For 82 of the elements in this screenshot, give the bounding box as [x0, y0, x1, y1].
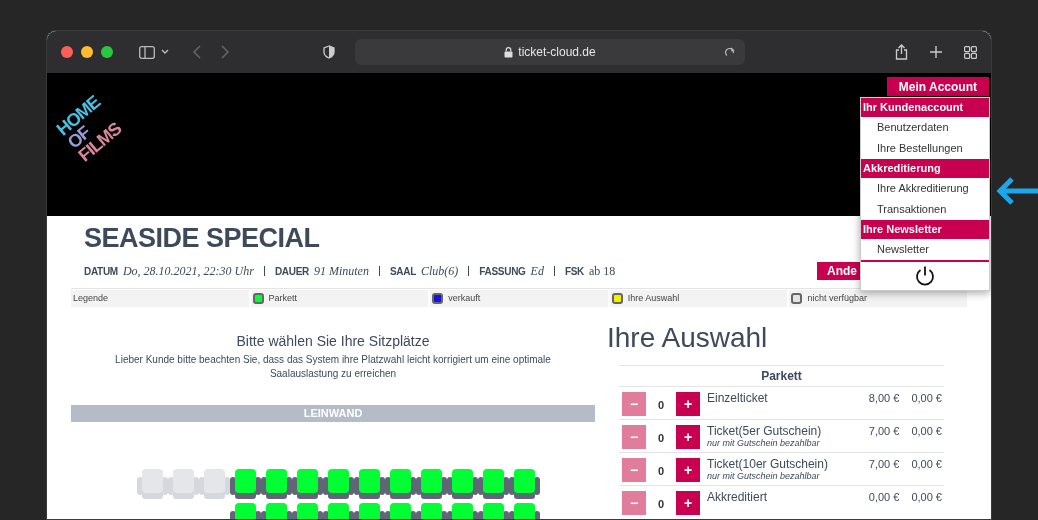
ticket-name: Einzelticket: [707, 391, 769, 405]
ticket-name: Ticket(5er Gutschein): [707, 424, 823, 438]
detail-label: FASSUNG: [479, 267, 526, 277]
menu-item[interactable]: Transaktionen: [861, 199, 989, 220]
share-icon[interactable]: [895, 44, 908, 60]
sidebar-icon[interactable]: [139, 45, 155, 59]
menu-section-header: Ihr Kundenaccount: [861, 98, 989, 117]
ticket-count: 0: [656, 497, 666, 512]
menu-item[interactable]: Benutzerdaten: [861, 117, 989, 138]
legend-label: verkauft: [448, 291, 481, 305]
ticket-note: nur mit Gutschein bezahlbar: [707, 438, 821, 449]
category-heading: Parkett: [619, 365, 944, 386]
ticket-count: 0: [656, 398, 666, 413]
close-window-icon[interactable]: [61, 46, 73, 58]
url-text: ticket-cloud.de: [518, 44, 596, 61]
event-title: SEASIDE SPECIAL: [84, 222, 320, 255]
ticket-price: 7,00 €: [868, 457, 900, 472]
seat-icon: [168, 468, 199, 500]
legend-label: Parkett: [268, 291, 298, 305]
legend-label: Ihre Auswahl: [627, 291, 680, 305]
detail-label: SAAL: [389, 267, 416, 277]
seat-icon[interactable]: [292, 468, 323, 500]
seat-icon[interactable]: [509, 468, 540, 500]
detail-value: Club(6): [420, 266, 459, 276]
back-icon[interactable]: [193, 45, 201, 59]
detail-value: Do, 28.10.2021, 22:30 Uhr: [122, 263, 254, 280]
ticket-total: 0,00 €: [911, 424, 942, 439]
chevron-down-icon[interactable]: [161, 49, 169, 55]
maximize-window-icon[interactable]: [101, 46, 113, 58]
menu-section-header: Ihre Newsletter: [861, 220, 989, 239]
increment-button[interactable]: +: [676, 491, 700, 515]
detail-value: Ed: [530, 266, 544, 276]
detail-label: DAUER: [274, 267, 309, 277]
lock-icon: [504, 46, 514, 58]
seating-heading: Bitte wählen Sie Ihre Sitzplätze: [235, 332, 431, 351]
menu-item[interactable]: Ihre Bestellungen: [861, 138, 989, 159]
new-tab-icon[interactable]: [930, 46, 942, 58]
menu-item[interactable]: Ihre Akkreditierung: [861, 178, 989, 199]
detail-label: FSK: [564, 267, 584, 277]
tab-overview-icon[interactable]: [964, 45, 977, 59]
legend-title: Legende: [73, 291, 109, 305]
increment-button[interactable]: +: [676, 425, 700, 449]
ticket-price: 0,00 €: [868, 490, 900, 505]
forward-icon[interactable]: [221, 45, 229, 59]
seat-icon[interactable]: [261, 468, 292, 500]
ticket-price: 8,00 €: [868, 391, 900, 406]
ticket-count: 0: [656, 431, 666, 446]
ticket-count: 0: [656, 464, 666, 479]
seating-note: Lieber Kunde bitte beachten Sie, dass das System ihre Platzwahl leicht korrigiert um eine optimale Saalauslastung zu erreichen: [114, 353, 552, 381]
seat-icon[interactable]: [385, 468, 416, 500]
increment-button[interactable]: +: [676, 392, 700, 416]
power-icon[interactable]: [914, 265, 936, 287]
detail-value: 91 Minuten: [313, 266, 369, 276]
seat-icon[interactable]: [323, 468, 354, 500]
ticket-name: Ticket(10er Gutschein): [707, 457, 829, 471]
menu-item[interactable]: Newsletter: [861, 239, 989, 260]
increment-button[interactable]: +: [676, 458, 700, 482]
seat-icon: [137, 468, 168, 500]
ticket-name: Akkreditiert: [707, 490, 769, 504]
screen-bar: LEINWAND: [71, 405, 595, 422]
shield-icon[interactable]: [323, 45, 335, 59]
selection-heading: Ihre Auswahl: [607, 321, 769, 355]
minimize-window-icon[interactable]: [81, 46, 93, 58]
legend-label: nicht verfügbar: [807, 291, 867, 305]
menu-section-header: Akkreditierung: [861, 159, 989, 178]
ticket-total: 0,00 €: [911, 457, 942, 472]
detail-label: DATUM: [84, 265, 118, 279]
seat-icon[interactable]: [447, 468, 478, 500]
seat-icon: [199, 468, 230, 500]
seat-icon[interactable]: [478, 468, 509, 500]
ticket-total: 0,00 €: [911, 490, 942, 505]
reload-icon[interactable]: [724, 46, 735, 58]
seat-icon[interactable]: [416, 468, 447, 500]
account-button[interactable]: Mein Account: [886, 77, 989, 96]
address-bar[interactable]: ticket-cloud.de: [355, 39, 745, 65]
seat-icon[interactable]: [230, 468, 261, 500]
ticket-total: 0,00 €: [911, 391, 942, 406]
seat-icon[interactable]: [354, 468, 385, 500]
arrow-icon: [996, 176, 1038, 206]
ticket-price: 7,00 €: [868, 424, 900, 439]
ticket-note: nur mit Gutschein bezahlbar: [707, 471, 821, 482]
detail-value: ab 18: [589, 266, 616, 276]
